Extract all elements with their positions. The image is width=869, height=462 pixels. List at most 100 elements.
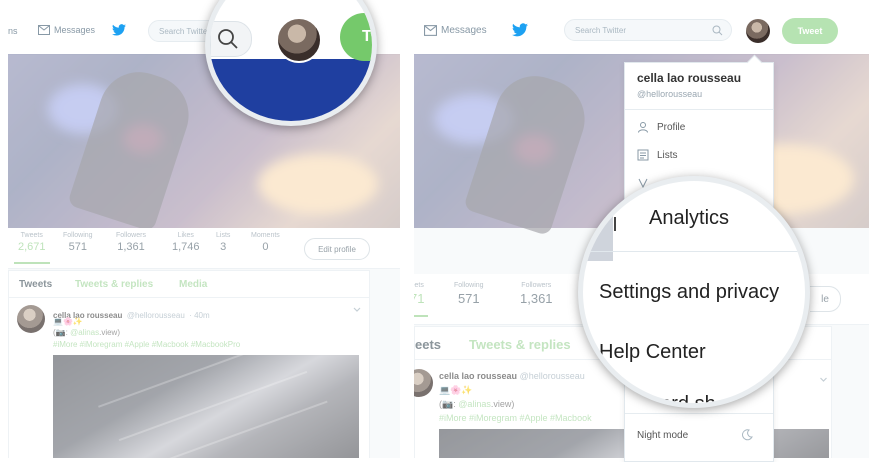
stat-label: Likes — [177, 232, 194, 239]
nav-messages-label: Messages — [441, 25, 487, 36]
menu-item-lists[interactable]: Lists — [637, 149, 678, 161]
nav-messages[interactable]: Messages — [424, 25, 487, 36]
keyboard-row — [98, 344, 268, 408]
stat-value: 571 — [68, 241, 87, 253]
menu-item-night-mode[interactable]: Night mode — [637, 429, 761, 441]
tab-tweets[interactable]: Tweets — [19, 279, 52, 290]
menu-item-label: Lists — [657, 149, 678, 161]
zoomed-banner-strip — [210, 59, 372, 121]
dropdown-divider — [625, 109, 773, 110]
zoomed-menu-settings-privacy[interactable]: Settings and privacy — [599, 281, 779, 304]
tweet-timestamp[interactable]: · 40m — [189, 311, 209, 320]
stat-label: Following — [63, 232, 93, 239]
stat-label: Followers — [116, 232, 146, 239]
chevron-down-icon[interactable] — [819, 377, 828, 383]
keyboard-row — [148, 400, 328, 458]
stat-label: Following — [454, 282, 484, 289]
menu-item-profile[interactable]: Profile — [637, 121, 685, 133]
stat-label: Followers — [521, 282, 552, 289]
nav-messages[interactable]: Messages — [38, 25, 95, 35]
tweet-author-handle[interactable]: @hellorousseau — [127, 311, 185, 320]
nav-moments-fragment[interactable]: ns — [8, 26, 18, 36]
tweet-hashtags[interactable]: #iMore #iMoregram #Apple #Macbook #Macbo… — [53, 340, 240, 349]
stat-followers[interactable]: Followers 1,361 — [116, 232, 146, 253]
banner-light — [258, 154, 378, 214]
account-avatar[interactable] — [746, 19, 770, 43]
tweet-hashtags[interactable]: #iMore #iMoregram #Apple #Macbook — [439, 413, 592, 423]
tweet-header: cella lao rousseau @hellorousseau — [439, 371, 585, 381]
stat-following[interactable]: Following 571 — [63, 232, 93, 253]
tab-tweets[interactable]: eets — [415, 337, 441, 352]
edit-profile-button[interactable]: le — [810, 286, 841, 312]
tab-media[interactable]: Media — [179, 279, 207, 290]
search-icon — [218, 29, 238, 49]
stat-moments[interactable]: Moments 0 — [251, 232, 280, 253]
zoomed-tweet-button[interactable]: Tw — [340, 13, 372, 61]
stat-lists[interactable]: Lists 3 — [216, 232, 230, 253]
stat-tweets[interactable]: eets 71 — [414, 282, 430, 317]
search-icon[interactable] — [712, 25, 723, 36]
tweet-button[interactable]: Tweet — [782, 18, 838, 44]
menu-item-label: Profile — [657, 121, 686, 133]
tweet-author-avatar[interactable] — [414, 369, 433, 397]
lists-icon — [637, 149, 649, 161]
stat-value: 2,671 — [18, 241, 46, 253]
stat-label: Tweets — [20, 232, 43, 239]
tab-tweets-replies[interactable]: Tweets & replies — [469, 337, 571, 352]
moon-icon — [742, 429, 753, 441]
stat-following[interactable]: Following 571 — [454, 282, 484, 306]
dropdown-account-name[interactable]: cella lao rousseau — [637, 71, 741, 85]
zoomed-avatar[interactable] — [276, 17, 322, 63]
zoomed-menu-analytics[interactable]: Analytics — [649, 207, 729, 230]
stat-value: 71 — [414, 291, 425, 306]
profile-stats-bar: Tweets 2,671 Following 571 Followers 1,361 … — [8, 228, 400, 269]
analytics-icon — [614, 217, 616, 231]
menu-item-label: Night mode — [637, 429, 689, 441]
tweet-author-name[interactable]: cella lao rousseau — [439, 371, 517, 381]
tweet-emoji-line: 💻🌸✨ — [53, 317, 83, 326]
tweet-author-handle[interactable]: @hellorousseau — [520, 371, 585, 381]
credit-suffix: .view) — [490, 399, 515, 409]
stat-value: 1,746 — [172, 241, 200, 253]
nav-messages-label: Messages — [54, 25, 96, 35]
zoomed-menu-help-center[interactable]: Help Center — [599, 341, 706, 364]
tweets-timeline: Tweets Tweets & replies Media cella lao … — [8, 270, 370, 458]
stat-followers[interactable]: Followers 1,361 — [520, 282, 553, 306]
chevron-down-icon[interactable] — [353, 307, 361, 313]
tweet-image-keyboard[interactable] — [53, 344, 359, 458]
credit-suffix: .view) — [99, 328, 120, 337]
stat-label: Moments — [251, 232, 280, 239]
tab-tweets-replies[interactable]: Tweets & replies — [75, 279, 153, 290]
top-navbar: Messages Search Twitter Tweet — [414, 8, 869, 55]
tweet-emoji-line: 💻🌸✨ — [439, 385, 473, 395]
stat-label: Lists — [216, 232, 231, 239]
zoomed-search-field[interactable] — [210, 21, 252, 57]
stat-tweets[interactable]: Tweets 2,671 — [14, 232, 50, 264]
tweet-author-avatar[interactable] — [17, 305, 45, 333]
envelope-icon — [424, 25, 437, 36]
person-icon — [638, 122, 648, 133]
search-input[interactable]: Search Twitter — [564, 19, 732, 41]
zoomed-divider — [583, 251, 805, 252]
keyboard-row — [118, 370, 308, 442]
envelope-icon — [38, 25, 50, 35]
twitter-bird-icon[interactable] — [512, 23, 528, 37]
banner-person-silhouette — [463, 65, 595, 237]
search-placeholder: Search Twitter — [575, 25, 626, 35]
credit-prefix: (📷: — [439, 399, 459, 409]
twitter-bird-icon[interactable] — [112, 24, 126, 36]
credit-mention[interactable]: @alinas — [458, 399, 491, 409]
dropdown-account-handle: @hellorousseau — [637, 89, 703, 99]
tweet-photo-credit: (📷: @alinas.view) — [439, 399, 514, 410]
stat-likes[interactable]: Likes 1,746 — [172, 232, 200, 253]
credit-mention[interactable]: @alinas — [70, 328, 99, 337]
zoom-magnifier-left: Tw — [205, 0, 377, 126]
credit-prefix: (📷: — [53, 328, 71, 337]
tweet-photo-credit: (📷: @alinas.view) — [53, 328, 120, 337]
stat-value: 1,361 — [117, 241, 145, 253]
stat-value: 3 — [220, 241, 227, 253]
dropdown-divider — [625, 413, 773, 414]
timeline-tabs: Tweets Tweets & replies Media — [9, 271, 369, 298]
edit-profile-button[interactable]: Edit profile — [304, 238, 370, 260]
stat-value: 0 — [262, 241, 269, 253]
